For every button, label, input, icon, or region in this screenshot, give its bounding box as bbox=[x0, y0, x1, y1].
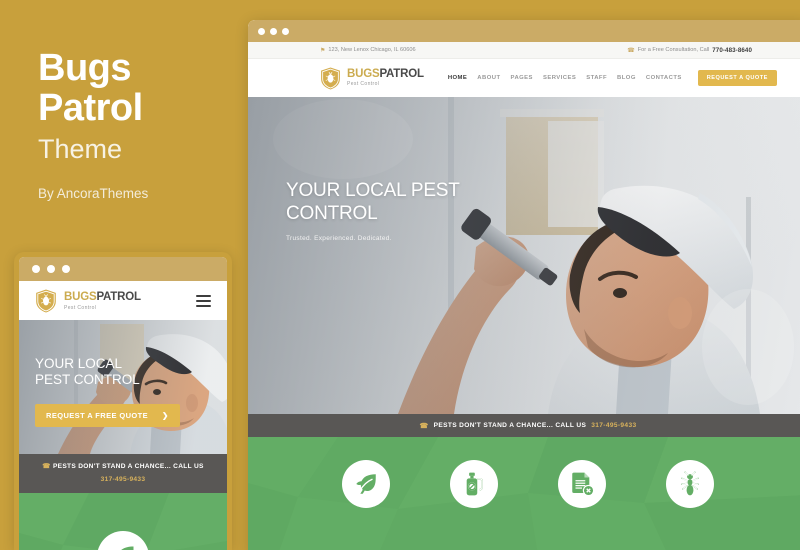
promo-subtitle: Theme bbox=[38, 134, 123, 164]
nav-item-contacts[interactable]: CONTACTS bbox=[646, 75, 682, 81]
logo-wordmark: BUGSPATROL Pest Control bbox=[347, 67, 424, 88]
mobile-window-dot-green[interactable] bbox=[62, 265, 70, 273]
window-dot-yellow[interactable] bbox=[270, 27, 277, 35]
promo-byline: By AncoraThemes bbox=[38, 186, 149, 201]
chevron-right-icon: ❯ bbox=[162, 411, 169, 420]
call-us-text: PESTS DON'T STAND A CHANCE... CALL US bbox=[433, 422, 587, 429]
mobile-logo-tagline: Pest Control bbox=[64, 304, 97, 311]
browser-chrome-bar bbox=[248, 20, 800, 42]
feature-no-contract[interactable] bbox=[558, 460, 606, 508]
mobile-cta-label: REQUEST A FREE QUOTE bbox=[46, 411, 149, 420]
mobile-logo-word-bugs: BUGS bbox=[64, 290, 97, 303]
logo-tagline: Pest Control bbox=[347, 81, 380, 88]
shield-bug-icon bbox=[36, 289, 56, 312]
mobile-logo-wordmark[interactable]: BUGSPATROL Pest Control bbox=[64, 291, 141, 311]
top-consultation-text: For a Free Consultation, Call bbox=[637, 47, 710, 53]
promo-title-line1: Bugs bbox=[38, 47, 132, 89]
logo-word-bugs: BUGS bbox=[347, 67, 380, 80]
mobile-hero-copy: YOUR LOCAL PEST CONTROL REQUEST A FREE Q… bbox=[35, 356, 180, 427]
request-a-quote-button[interactable]: REQUEST A QUOTE bbox=[697, 70, 777, 86]
nav-item-home[interactable]: HOME bbox=[448, 75, 467, 81]
nav-item-about[interactable]: ABOUT bbox=[477, 75, 500, 81]
call-us-phone[interactable]: 317-495-9433 bbox=[591, 422, 636, 429]
mobile-hero-heading: YOUR LOCAL PEST CONTROL bbox=[35, 356, 140, 387]
nav-item-pages[interactable]: PAGES bbox=[511, 75, 533, 81]
features-row bbox=[248, 437, 800, 508]
main-navigation: HOME ABOUT PAGES SERVICES STAFF BLOG CON… bbox=[448, 75, 682, 81]
top-address-block: ⚑ 123, New Lenox Chicago, IL 60606 bbox=[320, 47, 416, 54]
hero-overlay bbox=[248, 97, 800, 414]
ant-termite-icon bbox=[680, 471, 700, 496]
window-dot-green[interactable] bbox=[282, 27, 289, 35]
nav-item-services[interactable]: SERVICES bbox=[543, 75, 576, 81]
features-section bbox=[248, 437, 800, 550]
hero-tagline: Trusted. Experienced. Dedicated. bbox=[286, 235, 392, 242]
mobile-logo-word-patrol: PATROL bbox=[96, 290, 141, 303]
logo-word-patrol: PATROL bbox=[379, 67, 424, 80]
nav-item-staff[interactable]: STAFF bbox=[586, 75, 607, 81]
leaf-eco-icon bbox=[121, 546, 134, 550]
feature-pest-control[interactable] bbox=[666, 460, 714, 508]
shield-bug-icon bbox=[321, 67, 340, 89]
mobile-hero-section: YOUR LOCAL PEST CONTROL REQUEST A FREE Q… bbox=[19, 320, 227, 454]
site-top-info-bar: ⚑ 123, New Lenox Chicago, IL 60606 ☎ For… bbox=[248, 42, 800, 59]
phone-icon: ☎ bbox=[42, 463, 51, 470]
top-phone-block[interactable]: ☎ For a Free Consultation, Call 770-483-… bbox=[627, 47, 752, 54]
screenshot-stage: Bugs Patrol Theme By AncoraThemes ⚑ 123,… bbox=[0, 0, 800, 550]
top-phone-number[interactable]: 770-483-8640 bbox=[712, 47, 752, 54]
top-address-text: 123, New Lenox Chicago, IL 60606 bbox=[328, 47, 416, 53]
mobile-call-us-text: PESTS DON'T STAND A CHANCE... CALL US bbox=[52, 463, 204, 470]
mobile-site-header: BUGSPATROL Pest Control bbox=[19, 281, 227, 320]
mobile-call-us-phone[interactable]: 317-495-9433 bbox=[23, 473, 223, 486]
nav-item-blog[interactable]: BLOG bbox=[617, 75, 636, 81]
hamburger-menu-icon[interactable] bbox=[196, 294, 211, 307]
hero-section: YOUR LOCAL PEST CONTROL Trusted. Experie… bbox=[248, 97, 800, 414]
mobile-features-section bbox=[19, 493, 227, 550]
site-header: BUGSPATROL Pest Control HOME ABOUT PAGES… bbox=[248, 59, 800, 97]
call-us-bar[interactable]: ☎ PESTS DON'T STAND A CHANCE... CALL US … bbox=[248, 414, 800, 437]
spray-bottle-no-chemicals-icon bbox=[466, 472, 483, 496]
document-no-contract-icon bbox=[572, 472, 595, 497]
map-pin-icon: ⚑ bbox=[320, 47, 326, 54]
hero-heading: YOUR LOCAL PEST CONTROL bbox=[286, 180, 460, 224]
promo-panel: Bugs Patrol Theme By AncoraThemes bbox=[38, 48, 238, 201]
feature-no-chemicals[interactable] bbox=[450, 460, 498, 508]
mobile-window-dot-yellow[interactable] bbox=[47, 265, 55, 273]
promo-title-line2: Patrol bbox=[38, 87, 143, 129]
mobile-browser-mockup: BUGSPATROL Pest Control YOUR LOCAL PEST … bbox=[14, 252, 232, 550]
phone-icon: ☎ bbox=[419, 422, 429, 430]
desktop-browser-mockup: ⚑ 123, New Lenox Chicago, IL 60606 ☎ For… bbox=[248, 20, 800, 550]
phone-icon: ☎ bbox=[627, 47, 635, 54]
request-a-free-quote-button[interactable]: REQUEST A FREE QUOTE ❯ bbox=[35, 404, 180, 427]
mobile-call-us-bar[interactable]: ☎ PESTS DON'T STAND A CHANCE... CALL US … bbox=[19, 454, 227, 493]
mobile-window-dot-red[interactable] bbox=[32, 265, 40, 273]
feature-eco[interactable] bbox=[342, 460, 390, 508]
window-dot-red[interactable] bbox=[258, 27, 265, 35]
site-logo[interactable]: BUGSPATROL Pest Control bbox=[320, 67, 424, 90]
hero-copy: YOUR LOCAL PEST CONTROL Trusted. Experie… bbox=[286, 179, 476, 242]
mobile-chrome-bar bbox=[19, 257, 227, 281]
leaf-eco-icon bbox=[356, 474, 376, 494]
